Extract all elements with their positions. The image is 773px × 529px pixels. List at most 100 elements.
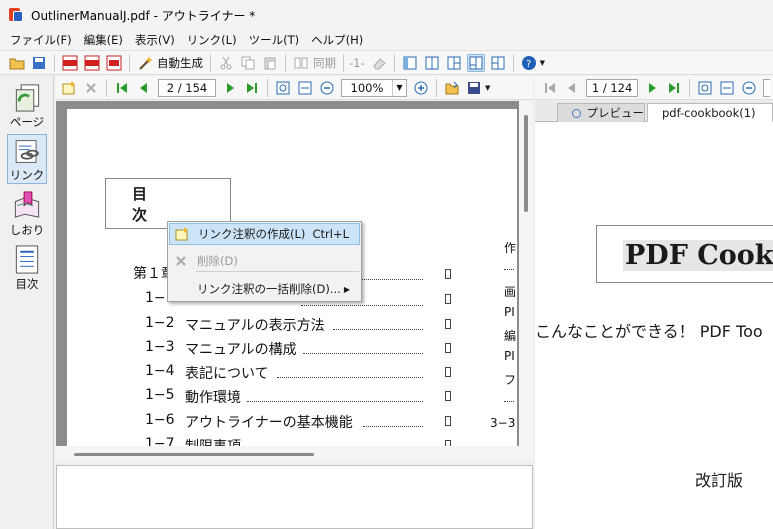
- chevron-down-icon: ▼: [392, 79, 406, 96]
- delete-icon: [169, 255, 193, 267]
- column-text: 作: [504, 241, 517, 255]
- first-page-icon[interactable]: [113, 79, 131, 97]
- layout-three-icon[interactable]: [445, 54, 463, 72]
- last-page-icon[interactable]: [665, 79, 683, 97]
- submenu-arrow-icon: ▶: [343, 284, 350, 294]
- pdf-merge-icon[interactable]: [105, 54, 123, 72]
- right-zoom-field[interactable]: [763, 78, 770, 97]
- page-number-marker: -1-: [349, 55, 365, 70]
- column-text: 編: [504, 329, 517, 343]
- circle-icon: [572, 108, 581, 118]
- menu-file[interactable]: ファイル(F): [4, 32, 78, 48]
- horizontal-scrollbar[interactable]: [56, 446, 519, 460]
- menu-tools[interactable]: ツール(T): [243, 32, 306, 48]
- tab-cookbook-label: pdf-cookbook(1): [662, 105, 756, 120]
- title-bar: OutlinerManualJ.pdf - アウトライナー *: [0, 0, 773, 30]
- notes-pane[interactable]: [56, 465, 533, 529]
- layout-bottom-icon[interactable]: [466, 53, 485, 72]
- right-pane-toolbar: 1 / 124: [535, 76, 773, 100]
- zoom-out-icon[interactable]: [318, 79, 336, 97]
- next-page-icon[interactable]: [643, 79, 661, 97]
- app-icon: [9, 8, 23, 22]
- menu-edit[interactable]: 編集(E): [78, 32, 129, 48]
- preview-viewer[interactable]: PDF CookB こんなことができる！ PDF Too 改訂版: [535, 122, 773, 529]
- context-menu: リンク注釈の作成(L) Ctrl+L 削除(D) リンク注釈の一括削除(D)..…: [167, 221, 362, 302]
- cut-icon: [217, 54, 235, 72]
- help-dropdown-icon[interactable]: ▼: [540, 59, 545, 67]
- preview-edition: 改訂版: [695, 471, 744, 490]
- menu-item-label: リンク注釈の作成(L): [198, 227, 306, 241]
- main-toolbar: 自動生成 同期 -1- ? ▼: [0, 50, 773, 75]
- sidebar-item-bookmark[interactable]: しおり: [7, 188, 47, 238]
- sidebar-label-link: リンク: [9, 168, 45, 182]
- column-text: 3−3: [490, 416, 516, 430]
- toc-entry-text: アウトライナーの基本機能: [185, 415, 353, 431]
- fit-page-icon[interactable]: [274, 79, 292, 97]
- sidebar-label-toc: 目次: [15, 277, 39, 291]
- menu-help[interactable]: ヘルプ(H): [305, 32, 369, 48]
- toc-entry-text: 表記について: [185, 366, 269, 382]
- menu-item-label: 削除(D): [197, 254, 238, 268]
- zoom-value: 100%: [350, 80, 384, 95]
- magic-wand-icon[interactable]: [136, 54, 154, 72]
- page-icon: [15, 84, 40, 112]
- new-link-icon: [170, 227, 194, 241]
- toc-entry-text: 動作環境: [185, 390, 241, 406]
- fit-page-icon[interactable]: [696, 79, 714, 97]
- fit-width-icon[interactable]: [296, 79, 314, 97]
- layout-single-icon[interactable]: [401, 54, 419, 72]
- zoom-select[interactable]: 100% ▼: [341, 78, 407, 97]
- window-title: OutlinerManualJ.pdf - アウトライナー *: [31, 8, 256, 23]
- sync-label: 同期: [313, 55, 336, 70]
- fit-width-icon[interactable]: [718, 79, 736, 97]
- menu-bar: ファイル(F) 編集(E) 表示(V) リンク(L) ツール(T) ヘルプ(H): [0, 30, 773, 50]
- toc-entry-num: 1−5: [145, 387, 175, 403]
- right-page-indicator[interactable]: 1 / 124: [586, 78, 639, 97]
- layout-grid-icon[interactable]: [489, 54, 507, 72]
- toc-entry-num: 1−3: [145, 339, 175, 355]
- toc-entry-text: マニュアルの表示方法: [185, 318, 325, 334]
- left-page-indicator[interactable]: 2 / 154: [158, 78, 216, 97]
- menu-view[interactable]: 表示(V): [129, 32, 181, 48]
- vertical-scrollbar[interactable]: [519, 101, 533, 460]
- tab-pdf-cookbook[interactable]: pdf-cookbook(1): [647, 103, 773, 122]
- link-icon: [15, 140, 39, 163]
- eraser-icon: [370, 54, 388, 72]
- open-file-icon[interactable]: [443, 79, 461, 97]
- menu-item-create-link[interactable]: リンク注釈の作成(L) Ctrl+L: [169, 223, 360, 245]
- tab-preview[interactable]: プレビュー: [557, 103, 645, 122]
- column-text: PI: [504, 305, 515, 319]
- zoom-in-icon[interactable]: [412, 79, 430, 97]
- toc-icon: [15, 245, 39, 274]
- help-icon[interactable]: ?: [520, 54, 538, 72]
- sidebar-item-page[interactable]: ページ: [7, 80, 47, 130]
- layout-split-icon[interactable]: [423, 54, 441, 72]
- zoom-out-icon[interactable]: [740, 79, 758, 97]
- column-text: 画: [504, 285, 517, 299]
- toc-heading: 目 次: [132, 184, 219, 224]
- column-text: PI: [504, 349, 515, 363]
- pdf-export-icon[interactable]: [61, 54, 79, 72]
- preview-title: PDF CookB: [623, 240, 773, 271]
- save-dropdown-icon[interactable]: ▼: [485, 84, 490, 92]
- menu-item-bulk-delete[interactable]: リンク注釈の一括削除(D)... ▶: [169, 278, 360, 300]
- save-file-icon[interactable]: [465, 79, 483, 97]
- sidebar-item-toc[interactable]: 目次: [7, 242, 47, 292]
- last-page-icon[interactable]: [243, 79, 261, 97]
- prev-page-icon[interactable]: [135, 79, 153, 97]
- add-note-icon[interactable]: [60, 79, 78, 97]
- open-folder-icon[interactable]: [8, 54, 26, 72]
- toc-entry-num: 1−6: [145, 412, 175, 428]
- sidebar-item-link[interactable]: リンク: [7, 134, 47, 184]
- pdf-split-icon[interactable]: [83, 54, 101, 72]
- delete-icon: [82, 79, 100, 97]
- auto-generate-label[interactable]: 自動生成: [157, 55, 203, 71]
- menu-item-delete: 削除(D): [169, 250, 360, 272]
- paste-icon: [261, 54, 279, 72]
- svg-text:?: ?: [526, 59, 531, 70]
- toc-entry-num: 1−2: [145, 315, 175, 331]
- save-icon[interactable]: [30, 54, 48, 72]
- next-page-icon[interactable]: [221, 79, 239, 97]
- menu-link[interactable]: リンク(L): [181, 32, 243, 48]
- first-page-icon: [541, 79, 559, 97]
